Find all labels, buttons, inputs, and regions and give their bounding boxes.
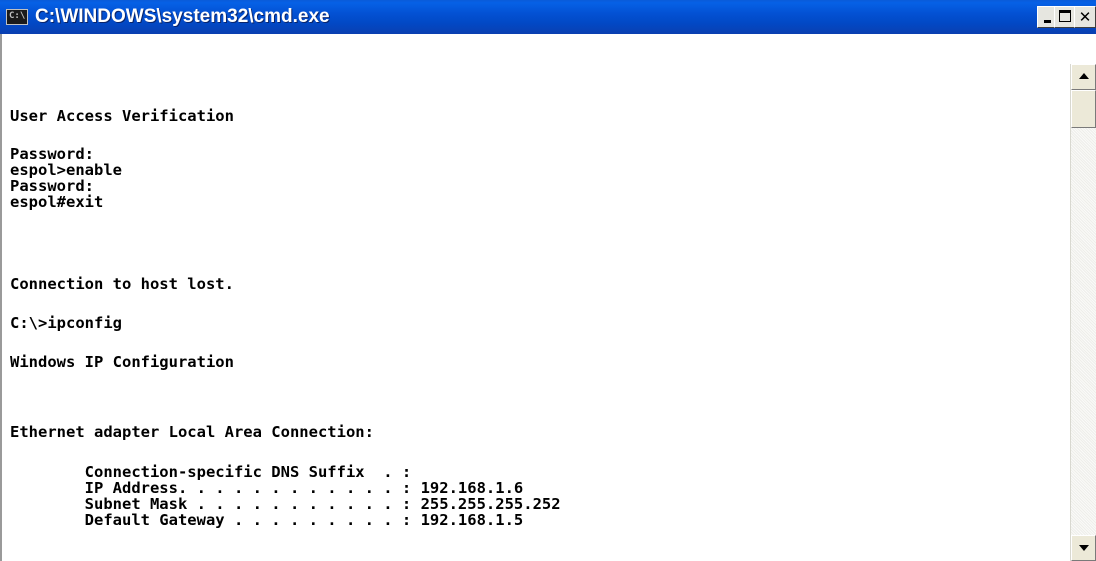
scroll-up-arrow-icon <box>1079 73 1089 79</box>
cmd-prompt-icon[interactable]: C:\ <box>6 9 28 25</box>
console-output[interactable]: User Access Verification Password: espol… <box>10 34 1065 561</box>
scroll-down-arrow-icon <box>1079 545 1089 551</box>
vertical-scrollbar[interactable] <box>1070 64 1096 561</box>
close-icon: ✕ <box>1078 8 1092 26</box>
close-button[interactable]: ✕ <box>1074 6 1096 28</box>
console-line: espol>enable <box>10 161 122 179</box>
minimize-icon <box>1044 20 1051 23</box>
scroll-thumb[interactable] <box>1071 90 1096 128</box>
console-line: Default Gateway . . . . . . . . . : 192.… <box>10 511 524 529</box>
console-line: espol#exit <box>10 193 104 211</box>
console-line: Ethernet adapter Local Area Connection: <box>10 423 374 441</box>
console-line: C:\>ipconfig <box>10 314 122 332</box>
window-title: C:\WINDOWS\system32\cmd.exe <box>35 6 330 27</box>
maximize-icon <box>1059 10 1071 22</box>
console-line: IP Address. . . . . . . . . . . . : 192.… <box>10 479 524 497</box>
scroll-up-button[interactable] <box>1071 64 1096 90</box>
console-line: Windows IP Configuration <box>10 353 234 371</box>
console-line: Connection to host lost. <box>10 275 234 293</box>
title-bar[interactable]: C:\ C:\WINDOWS\system32\cmd.exe ✕ <box>0 0 1096 34</box>
scroll-down-button[interactable] <box>1071 535 1096 561</box>
console-line: Password: <box>10 177 94 195</box>
cmd-prompt-icon-label: C:\ <box>9 11 26 21</box>
console-line: User Access Verification <box>10 107 234 125</box>
console-line: Subnet Mask . . . . . . . . . . . : 255.… <box>10 495 561 513</box>
maximize-button[interactable] <box>1054 6 1076 28</box>
console-line: Password: <box>10 145 94 163</box>
cmd-window: C:\ C:\WINDOWS\system32\cmd.exe ✕ User A… <box>0 0 1096 561</box>
console-line: Connection-specific DNS Suffix . : <box>10 463 412 481</box>
